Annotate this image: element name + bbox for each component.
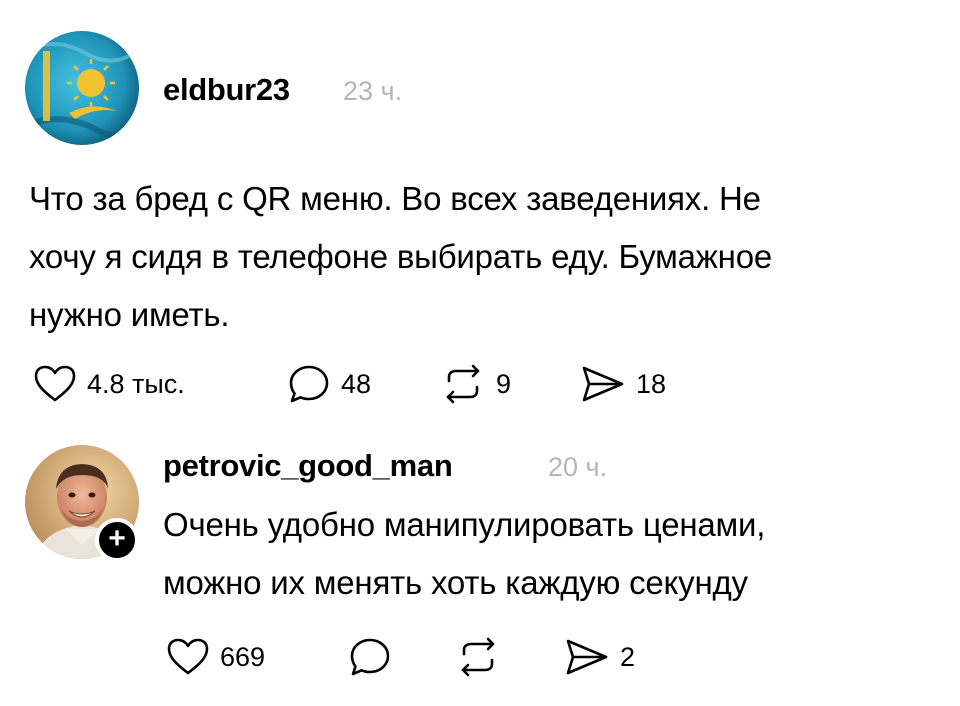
avatar-eldbur23[interactable] bbox=[25, 31, 139, 145]
post-comment-button[interactable]: 48 bbox=[287, 363, 371, 405]
send-icon bbox=[582, 366, 624, 402]
post-text: Что за бред с QR меню. Во всех заведения… bbox=[29, 170, 772, 344]
reply-share-count: 2 bbox=[620, 641, 636, 672]
post-repost-count: 9 bbox=[496, 368, 512, 399]
reply-username[interactable]: petrovic_good_man bbox=[163, 448, 453, 484]
heart-icon bbox=[167, 638, 209, 675]
post-like-count: 4.8 тыс. bbox=[87, 368, 185, 399]
post-text-line: нужно иметь. bbox=[29, 296, 230, 333]
reply-comment-button[interactable] bbox=[348, 636, 392, 678]
reply-text-line: можно их менять хоть каждую секунду bbox=[163, 564, 748, 601]
reply-like-count: 669 bbox=[220, 641, 266, 672]
kazakhstan-flag-avatar bbox=[25, 31, 139, 145]
reply-text: Очень удобно манипулировать ценами, можн… bbox=[163, 496, 765, 612]
post-username[interactable]: eldbur23 bbox=[163, 72, 290, 108]
post-like-button[interactable]: 4.8 тыс. bbox=[33, 364, 185, 404]
post-repost-button[interactable]: 9 bbox=[440, 363, 511, 405]
reply-timestamp: 20 ч. bbox=[548, 452, 608, 482]
post-comment-count: 48 bbox=[341, 368, 372, 399]
reply-like-button[interactable]: 669 bbox=[166, 637, 265, 677]
post-share-button[interactable]: 18 bbox=[580, 364, 666, 404]
reply-text-line: Очень удобно манипулировать ценами, bbox=[163, 506, 766, 543]
comment-bubble-icon bbox=[350, 638, 390, 676]
post-text-line: Что за бред с QR меню. Во всех заведения… bbox=[29, 180, 761, 217]
reply-share-button[interactable]: 2 bbox=[564, 637, 635, 677]
heart-icon bbox=[34, 365, 76, 402]
repost-arrows-icon bbox=[446, 364, 480, 404]
follow-plus-button[interactable]: + bbox=[95, 518, 139, 562]
repost-arrows-icon bbox=[461, 637, 495, 677]
post-text-line: хочу я сидя в телефоне выбирать еду. Бум… bbox=[29, 238, 773, 275]
comment-bubble-icon bbox=[289, 365, 329, 403]
send-icon bbox=[566, 639, 608, 675]
post-timestamp: 23 ч. bbox=[343, 76, 403, 106]
reply-repost-button[interactable] bbox=[455, 636, 501, 678]
post-share-count: 18 bbox=[636, 368, 667, 399]
